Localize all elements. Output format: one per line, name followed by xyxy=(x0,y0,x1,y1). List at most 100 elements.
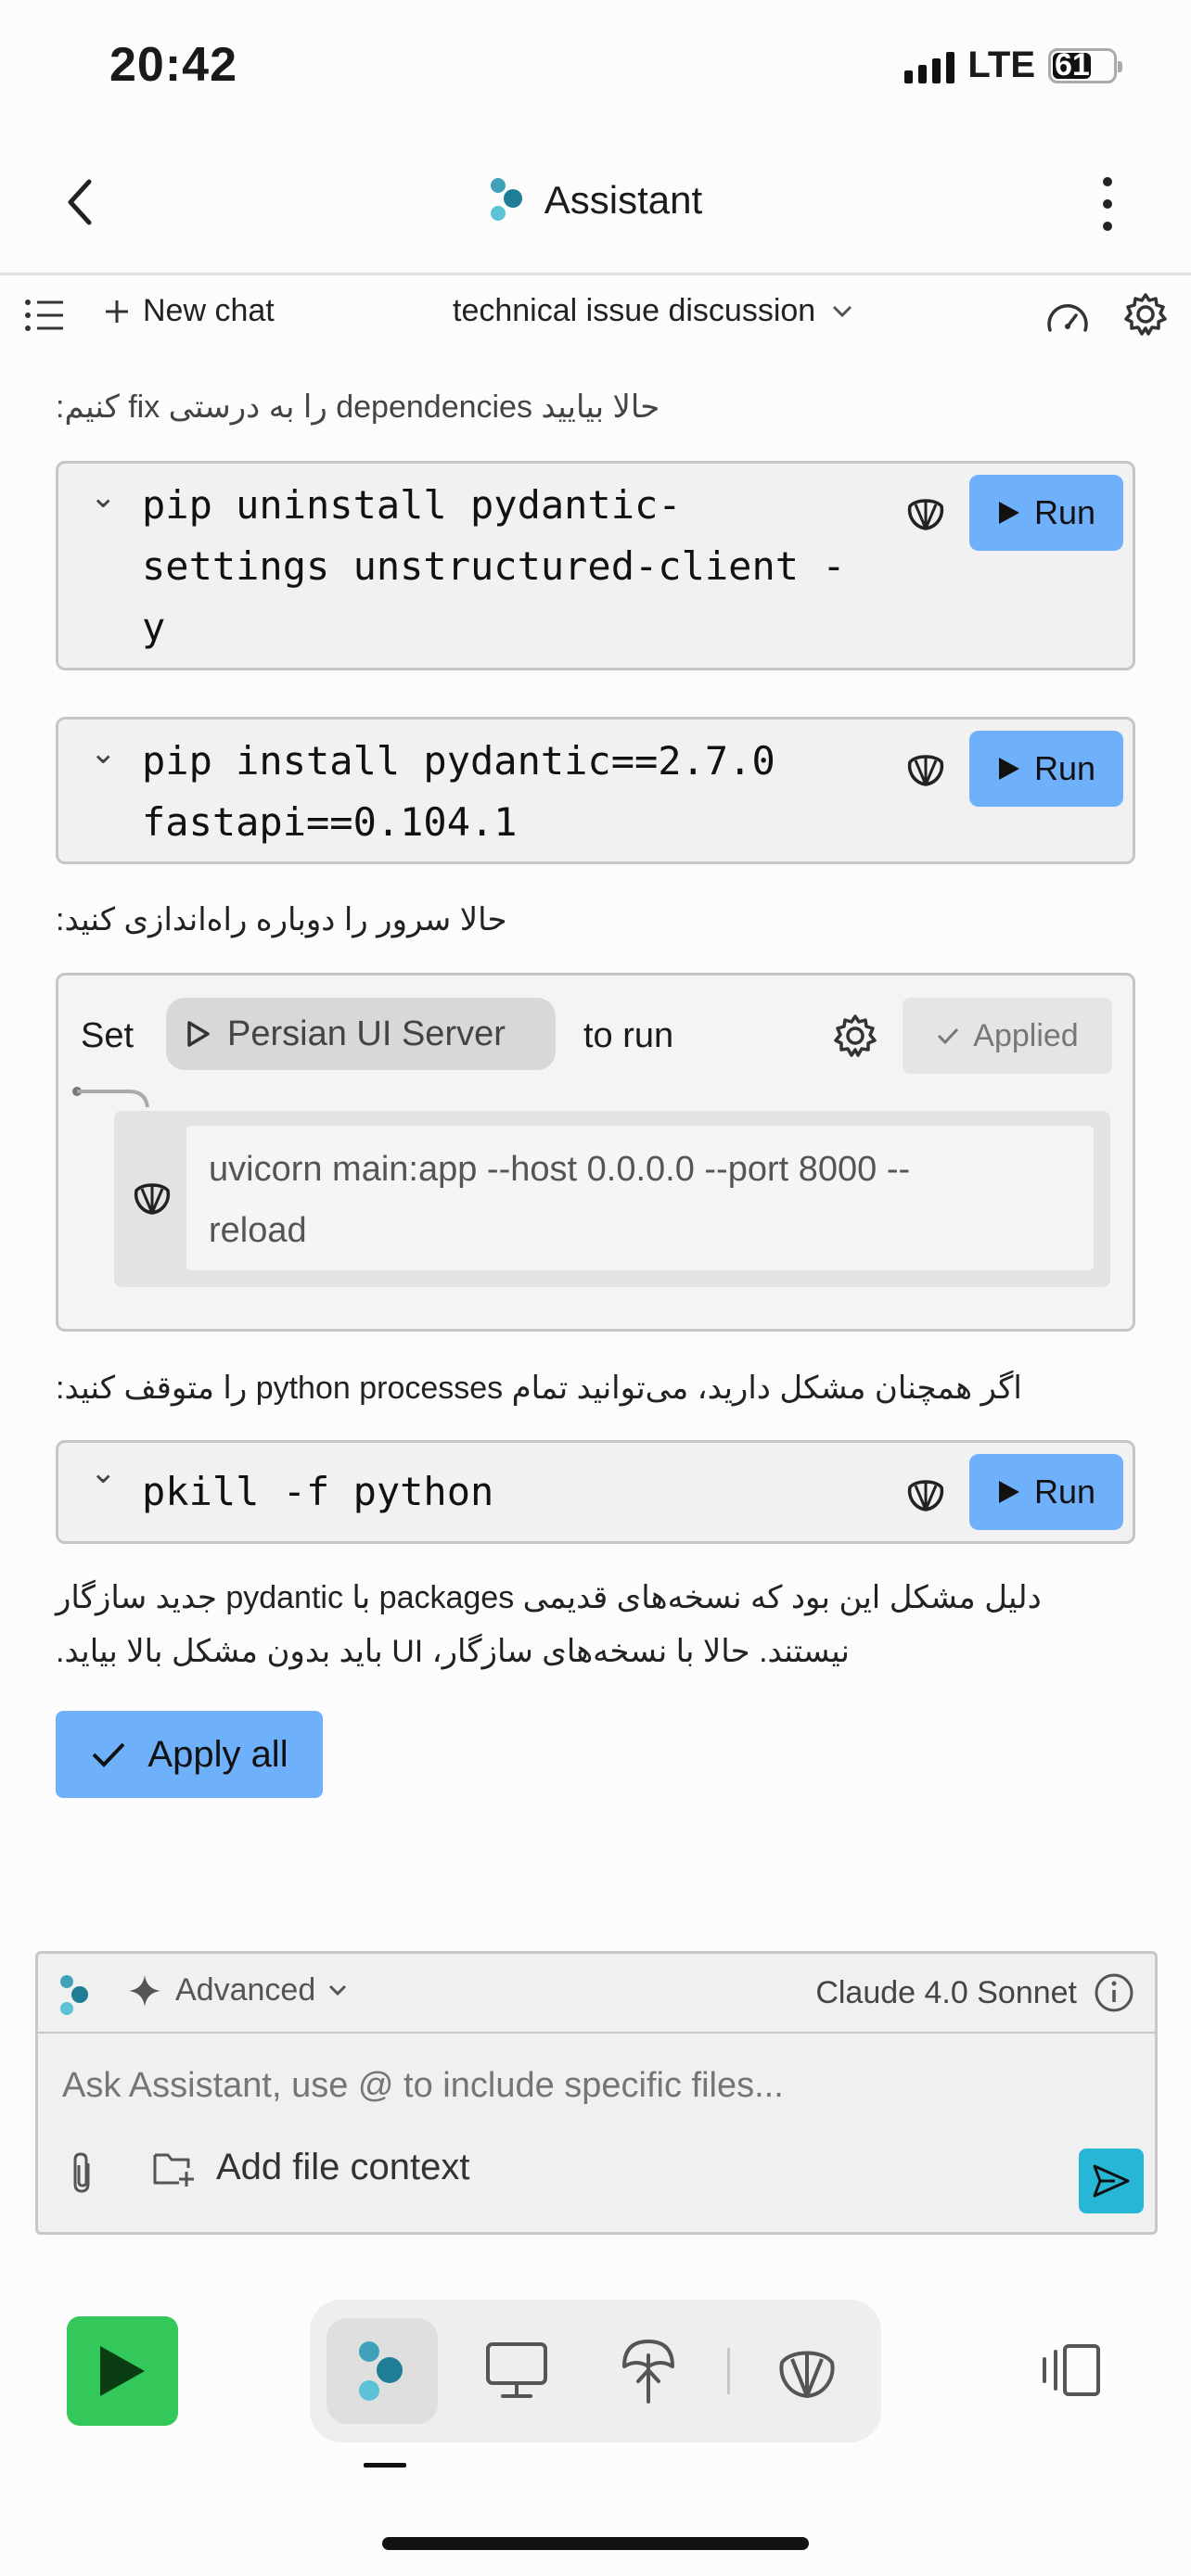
model-name: Claude 4.0 Sonnet xyxy=(815,1974,1077,2010)
check-icon xyxy=(92,1742,125,1767)
run-button[interactable]: Run xyxy=(969,731,1123,807)
signal-icon xyxy=(904,48,955,83)
new-chat-button[interactable]: New chat xyxy=(104,293,275,329)
restart-text: حالا سرور را دوباره راه‌اندازی کنید: xyxy=(56,902,507,937)
battery-level: 61 xyxy=(1055,46,1090,83)
paperclip-icon[interactable] xyxy=(64,2150,101,2197)
composer: Advanced Claude 4.0 Sonnet Add file cont… xyxy=(35,1951,1158,2235)
more-vertical-icon xyxy=(1103,177,1112,231)
status-indicators: LTE 61 xyxy=(904,45,1122,86)
code-block-uninstall: ⌄ pip uninstall pydantic- settings unstr… xyxy=(56,461,1135,670)
battery-icon: 61 xyxy=(1048,46,1122,83)
gauge-icon xyxy=(1047,304,1088,332)
kill-processes-text: اگر همچنان مشکل دارید، می‌توانید تمام py… xyxy=(56,1371,1022,1406)
conversation-title: technical issue discussion xyxy=(453,293,816,328)
mode-label: Advanced xyxy=(175,1972,316,2008)
more-options-button[interactable] xyxy=(1091,172,1124,237)
assistant-logo-icon xyxy=(60,1975,88,2015)
info-icon xyxy=(1095,1973,1133,2012)
home-indicator xyxy=(382,2537,809,2550)
network-type: LTE xyxy=(967,45,1035,85)
dock-divider xyxy=(727,2348,730,2394)
run-label: Run xyxy=(1033,493,1096,531)
apply-all-button[interactable]: Apply all xyxy=(56,1711,323,1798)
apply-all-label: Apply all xyxy=(147,1733,288,1775)
message-input[interactable] xyxy=(60,2052,1131,2119)
composer-divider xyxy=(38,2032,1155,2034)
code-line: settings unstructured-client - xyxy=(142,543,846,589)
mode-selector[interactable]: Advanced xyxy=(127,1972,347,2009)
check-icon xyxy=(938,1027,959,1045)
sparkle-icon xyxy=(129,1974,160,2007)
summary-line: دلیل مشکل این بود که نسخه‌های قدیمی pack… xyxy=(56,1580,1042,1615)
play-icon xyxy=(998,758,1019,780)
assistant-logo-icon xyxy=(490,178,522,221)
code-line: pkill -f python xyxy=(142,1469,494,1514)
command-line: uvicorn main:app --host 0.0.0.0 --port 8… xyxy=(209,1150,911,1189)
run-button[interactable]: Run xyxy=(969,1454,1123,1530)
split-view-icon[interactable] xyxy=(1037,2342,1102,2398)
page-title: Assistant xyxy=(544,178,703,222)
code-block-install: ⌄ pip install pydantic==2.7.0 fastapi==0… xyxy=(56,717,1135,864)
shell-icon[interactable] xyxy=(904,747,947,790)
speed-button[interactable] xyxy=(1044,295,1091,338)
server-name: Persian UI Server xyxy=(227,1014,506,1053)
folder-plus-icon xyxy=(153,2153,194,2187)
code-line: fastapi==0.104.1 xyxy=(142,799,518,845)
command-text: uvicorn main:app --host 0.0.0.0 --port 8… xyxy=(186,1126,1094,1270)
applied-label: Applied xyxy=(973,1017,1079,1053)
run-label: Run xyxy=(1033,749,1096,787)
collapse-chevron-icon[interactable]: ⌄ xyxy=(90,1454,117,1491)
to-run-label: to run xyxy=(583,1016,674,1055)
shell-icon[interactable] xyxy=(904,1473,947,1515)
list-icon xyxy=(25,300,63,331)
deploy-icon[interactable] xyxy=(620,2337,677,2405)
code-text: pkill -f python xyxy=(142,1461,493,1523)
chevron-down-icon xyxy=(833,305,852,317)
play-icon xyxy=(187,1021,210,1047)
header-title: Assistant xyxy=(0,176,1191,224)
collapse-chevron-icon[interactable]: ⌄ xyxy=(90,734,117,772)
run-button[interactable]: Run xyxy=(969,475,1123,551)
chat-list-button[interactable] xyxy=(24,295,65,336)
set-label: Set xyxy=(81,1016,134,1055)
code-line: pip uninstall pydantic- xyxy=(142,482,682,528)
add-file-context-button[interactable]: Add file context xyxy=(151,2147,470,2188)
collapse-chevron-icon[interactable]: ⌄ xyxy=(90,478,117,516)
header-divider xyxy=(0,273,1191,275)
play-icon xyxy=(100,2346,145,2396)
chevron-down-icon xyxy=(329,1984,347,1996)
code-text: pip uninstall pydantic- settings unstruc… xyxy=(142,475,846,658)
command-line: reload xyxy=(209,1211,307,1250)
plus-icon xyxy=(106,300,128,323)
server-selector[interactable]: Persian UI Server xyxy=(166,998,556,1070)
play-icon xyxy=(998,502,1019,524)
shell-icon[interactable] xyxy=(775,2340,839,2402)
bottom-dock xyxy=(310,2300,881,2442)
settings-button[interactable] xyxy=(1122,291,1169,338)
code-text: pip install pydantic==2.7.0 fastapi==0.1… xyxy=(142,731,775,853)
run-app-button[interactable] xyxy=(67,2316,178,2426)
play-icon xyxy=(998,1481,1019,1503)
summary-text: دلیل مشکل این بود که نسخه‌های قدیمی pack… xyxy=(56,1571,1135,1678)
send-icon xyxy=(1093,2164,1130,2198)
gear-icon xyxy=(1124,293,1167,336)
applied-button[interactable]: Applied xyxy=(903,998,1112,1074)
code-line: pip install pydantic==2.7.0 xyxy=(142,738,775,784)
status-time: 20:42 xyxy=(109,38,237,92)
monitor-icon[interactable] xyxy=(484,2340,549,2402)
intro-text: حالا بیایید dependencies را به درستی fix… xyxy=(56,389,660,425)
send-button[interactable] xyxy=(1079,2149,1144,2213)
conversation-selector[interactable]: technical issue discussion xyxy=(453,293,852,329)
shell-icon[interactable] xyxy=(904,491,947,534)
model-selector[interactable]: Claude 4.0 Sonnet xyxy=(815,1972,1134,2013)
run-label: Run xyxy=(1033,1473,1096,1511)
shell-icon xyxy=(134,1183,171,1215)
assistant-logo-icon xyxy=(359,2341,403,2401)
new-chat-label: New chat xyxy=(143,293,275,328)
command-panel: uvicorn main:app --host 0.0.0.0 --port 8… xyxy=(114,1111,1110,1287)
gear-icon[interactable] xyxy=(832,1013,878,1059)
active-tab-indicator xyxy=(364,2463,406,2468)
dock-assistant-button[interactable] xyxy=(327,2318,438,2424)
add-file-context-label: Add file context xyxy=(216,2147,470,2187)
